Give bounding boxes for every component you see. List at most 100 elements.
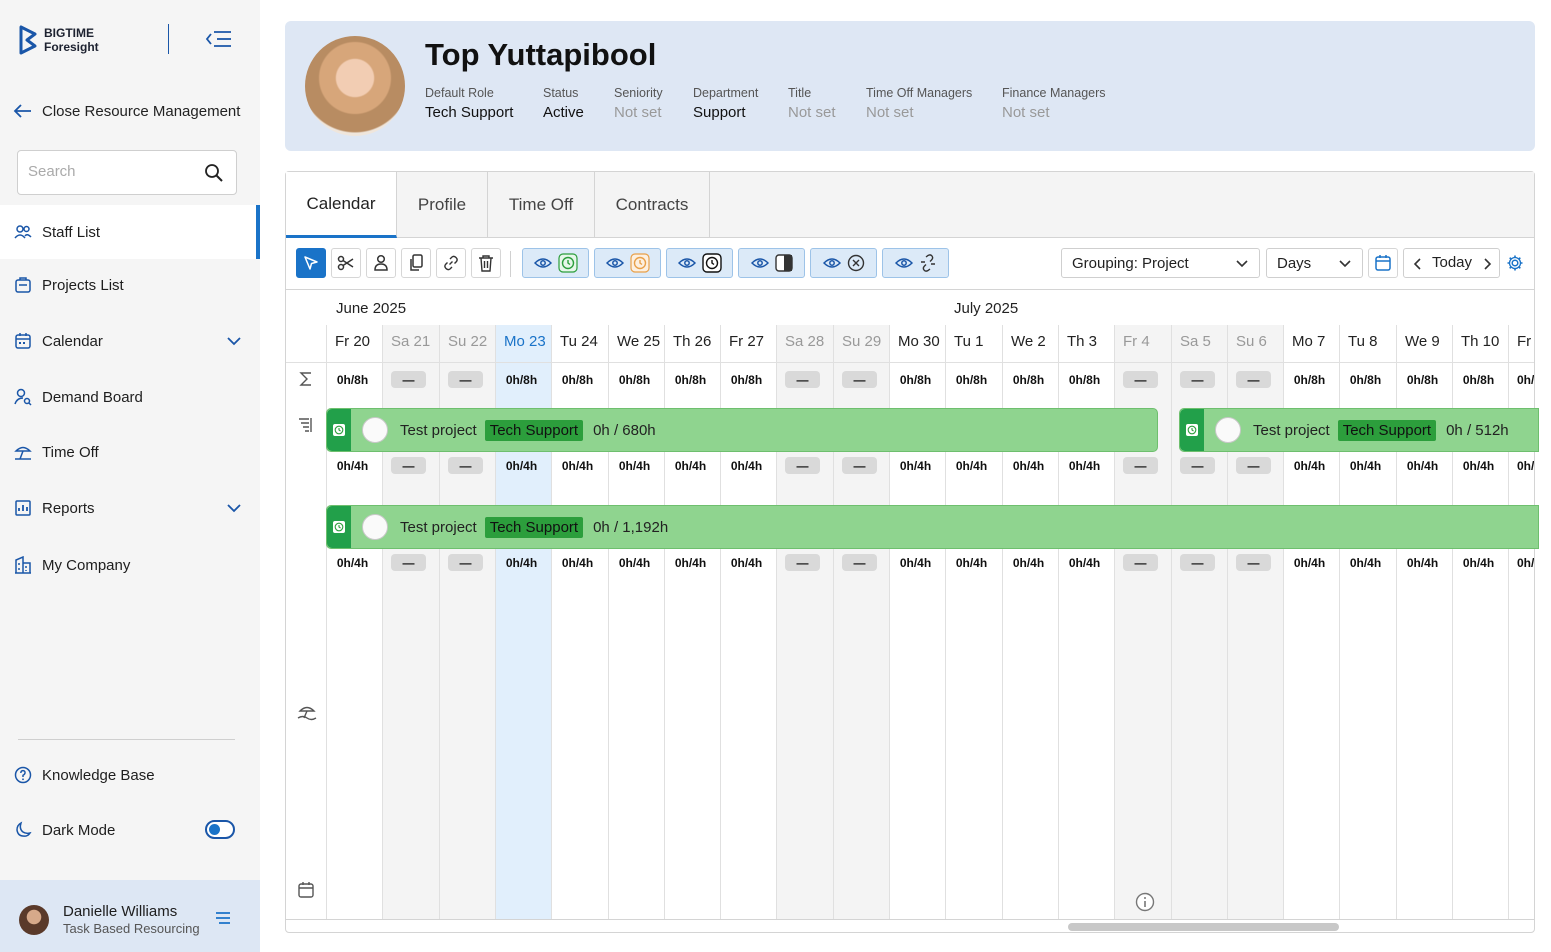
sidebar-item-knowledge-base[interactable]: Knowledge Base xyxy=(0,748,260,802)
close-resource-management-link[interactable]: Close Resource Management xyxy=(12,100,240,122)
hours-cell[interactable]: 0h/8h xyxy=(1461,371,1496,388)
settings-gear-icon[interactable] xyxy=(1506,254,1524,275)
assign-person-button[interactable] xyxy=(366,248,396,278)
tab-profile[interactable]: Profile xyxy=(397,172,488,238)
hours-cell[interactable]: 0h/8h xyxy=(673,371,708,388)
select-tool-button[interactable] xyxy=(296,248,326,278)
empty-hours-cell[interactable]: — xyxy=(1123,371,1158,388)
search-input[interactable] xyxy=(28,163,198,180)
hours-cell[interactable]: 0h/4h xyxy=(1292,457,1327,474)
hours-cell[interactable]: 0h/4h xyxy=(1011,457,1046,474)
empty-hours-cell[interactable]: — xyxy=(448,371,483,388)
horizontal-scrollbar[interactable] xyxy=(1068,923,1339,931)
hours-cell[interactable]: 0h/ xyxy=(1517,371,1534,388)
copy-button[interactable] xyxy=(401,248,431,278)
toggle-timesheet-view-button[interactable] xyxy=(666,248,733,278)
tab-calendar[interactable]: Calendar xyxy=(286,172,397,238)
hours-cell[interactable]: 0h/4h xyxy=(729,554,764,571)
info-icon[interactable] xyxy=(1135,892,1155,915)
hours-cell[interactable]: 0h/4h xyxy=(898,457,933,474)
empty-hours-cell[interactable]: — xyxy=(1236,457,1271,474)
empty-hours-cell[interactable]: — xyxy=(1236,371,1271,388)
empty-hours-cell[interactable]: — xyxy=(842,371,877,388)
today-button[interactable]: Today xyxy=(1432,254,1472,271)
chevron-right-icon[interactable] xyxy=(1481,257,1493,275)
hours-cell[interactable]: 0h/4h xyxy=(1461,554,1496,571)
hours-cell[interactable]: 0h/4h xyxy=(1405,457,1440,474)
hours-cell[interactable]: 0h/4h xyxy=(1348,554,1383,571)
hours-cell[interactable]: 0h/ xyxy=(1517,554,1534,571)
empty-hours-cell[interactable]: — xyxy=(842,457,877,474)
cut-button[interactable] xyxy=(331,248,361,278)
sidebar-item-my-company[interactable]: My Company xyxy=(0,538,260,592)
sidebar-item-demand-board[interactable]: Demand Board xyxy=(0,370,260,424)
hours-cell[interactable]: 0h/8h xyxy=(1405,371,1440,388)
chevron-down-icon[interactable] xyxy=(226,500,242,520)
hours-cell[interactable]: 0h/4h xyxy=(1292,554,1327,571)
toggle-links-view-button[interactable] xyxy=(882,248,949,278)
hours-cell[interactable]: 0h/4h xyxy=(1067,457,1102,474)
hours-cell[interactable]: 0h/4h xyxy=(560,457,595,474)
hours-cell[interactable]: 0h/4h xyxy=(617,554,652,571)
toggle-hours-view-button[interactable] xyxy=(522,248,589,278)
hours-cell[interactable]: 0h/8h xyxy=(1348,371,1383,388)
empty-hours-cell[interactable]: — xyxy=(391,371,426,388)
hours-cell[interactable]: 0h/8h xyxy=(1011,371,1046,388)
empty-hours-cell[interactable]: — xyxy=(785,457,820,474)
toggle-cancelled-view-button[interactable] xyxy=(810,248,877,278)
sidebar-item-projects-list[interactable]: Projects List xyxy=(0,258,260,312)
hours-cell[interactable]: 0h/4h xyxy=(335,554,370,571)
hours-cell[interactable]: 0h/4h xyxy=(1348,457,1383,474)
dark-mode-toggle[interactable] xyxy=(205,820,235,839)
hours-cell[interactable]: 0h/4h xyxy=(335,457,370,474)
hours-cell[interactable]: 0h/8h xyxy=(954,371,989,388)
chevron-down-icon[interactable] xyxy=(226,333,242,353)
empty-hours-cell[interactable]: — xyxy=(391,457,426,474)
hours-cell[interactable]: 0h/ xyxy=(1517,457,1534,474)
tab-contracts[interactable]: Contracts xyxy=(595,172,710,238)
hours-cell[interactable]: 0h/8h xyxy=(729,371,764,388)
empty-hours-cell[interactable]: — xyxy=(391,554,426,571)
empty-hours-cell[interactable]: — xyxy=(842,554,877,571)
empty-hours-cell[interactable]: — xyxy=(1180,371,1215,388)
empty-hours-cell[interactable]: — xyxy=(448,554,483,571)
hours-cell[interactable]: 0h/4h xyxy=(1067,554,1102,571)
empty-hours-cell[interactable]: — xyxy=(1123,554,1158,571)
hours-cell[interactable]: 0h/4h xyxy=(1461,457,1496,474)
sidebar-item-reports[interactable]: Reports xyxy=(0,481,260,535)
hours-cell[interactable]: 0h/8h xyxy=(1067,371,1102,388)
hours-cell[interactable]: 0h/4h xyxy=(560,554,595,571)
empty-hours-cell[interactable]: — xyxy=(1180,554,1215,571)
allocation-bar[interactable]: Test project Tech Support 0h / 1,192h xyxy=(326,505,1539,549)
empty-hours-cell[interactable]: — xyxy=(785,371,820,388)
grouping-rows-icon[interactable] xyxy=(297,416,315,437)
tab-time-off[interactable]: Time Off xyxy=(488,172,595,238)
scale-select[interactable]: Days xyxy=(1266,248,1363,278)
hours-cell[interactable]: 0h/4h xyxy=(1011,554,1046,571)
hours-cell[interactable]: 0h/4h xyxy=(617,457,652,474)
hours-cell[interactable]: 0h/8h xyxy=(617,371,652,388)
empty-hours-cell[interactable]: — xyxy=(1180,457,1215,474)
collapse-sidebar-icon[interactable] xyxy=(204,28,232,50)
avatar[interactable] xyxy=(19,905,49,935)
toggle-contracts-view-button[interactable] xyxy=(738,248,805,278)
hours-cell[interactable]: 0h/4h xyxy=(673,457,708,474)
link-button[interactable] xyxy=(436,248,466,278)
allocation-bar[interactable]: Test project Tech Support 0h / 680h xyxy=(326,408,1158,452)
allocation-bar[interactable]: Test project Tech Support 0h / 512h xyxy=(1179,408,1539,452)
toggle-pending-view-button[interactable] xyxy=(594,248,661,278)
hours-cell[interactable]: 0h/4h xyxy=(1405,554,1440,571)
hours-cell[interactable]: 0h/8h xyxy=(898,371,933,388)
hours-cell[interactable]: 0h/4h xyxy=(954,457,989,474)
hours-cell[interactable]: 0h/4h xyxy=(673,554,708,571)
hours-cell[interactable]: 0h/8h xyxy=(1292,371,1327,388)
hours-cell[interactable]: 0h/4h xyxy=(504,457,539,474)
hours-cell[interactable]: 0h/4h xyxy=(504,554,539,571)
menu-icon[interactable] xyxy=(215,911,231,928)
hours-cell[interactable]: 0h/8h xyxy=(335,371,370,388)
sidebar-item-staff-list[interactable]: Staff List xyxy=(0,205,260,259)
brand-logo[interactable]: BIGTIME Foresight xyxy=(18,25,99,55)
chevron-left-icon[interactable] xyxy=(1412,257,1424,275)
empty-hours-cell[interactable]: — xyxy=(1123,457,1158,474)
hours-cell[interactable]: 0h/4h xyxy=(729,457,764,474)
